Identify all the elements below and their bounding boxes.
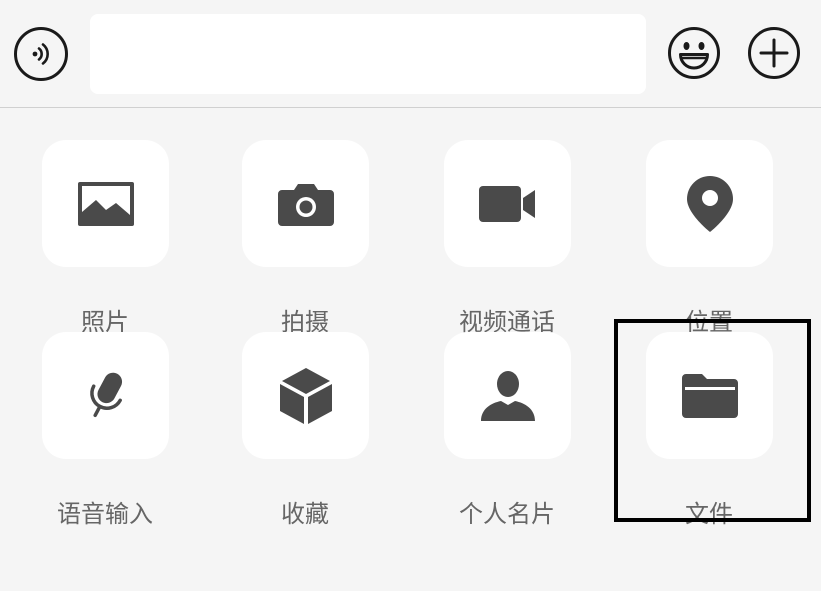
action-label: 收藏 <box>281 500 329 528</box>
more-functions-button[interactable] <box>746 25 802 81</box>
action-contact-card[interactable]: 个人名片 <box>427 332 587 528</box>
emoji-icon <box>668 27 720 79</box>
action-label: 语音输入 <box>57 500 153 528</box>
action-voice-input[interactable]: 语音输入 <box>25 332 185 528</box>
action-tile[interactable] <box>42 332 169 459</box>
action-label: 文件 <box>685 500 733 528</box>
action-tile[interactable] <box>444 140 571 267</box>
action-camera[interactable]: 拍摄 <box>225 140 385 336</box>
action-video-call[interactable]: 视频通话 <box>427 140 587 336</box>
function-panel: 照片 拍摄 视频通话 位置 语音输入 收藏 个人名片 文件 <box>0 109 821 591</box>
action-location[interactable]: 位置 <box>629 140 789 336</box>
action-tile[interactable] <box>42 140 169 267</box>
contact-card-icon <box>480 370 535 421</box>
action-tile[interactable] <box>646 332 773 459</box>
action-favorites[interactable]: 收藏 <box>225 332 385 528</box>
emoji-button[interactable] <box>666 25 722 81</box>
plus-icon <box>748 27 800 79</box>
folder-icon <box>681 373 738 418</box>
action-tile[interactable] <box>646 140 773 267</box>
voice-toggle-button[interactable] <box>14 27 68 81</box>
microphone-icon <box>89 372 122 417</box>
voice-icon <box>32 43 49 65</box>
camera-icon <box>277 183 334 226</box>
chat-input-bar <box>0 0 821 108</box>
action-tile[interactable] <box>242 332 369 459</box>
action-photo[interactable]: 照片 <box>25 140 185 336</box>
action-file[interactable]: 文件 <box>629 332 789 528</box>
action-tile[interactable] <box>242 140 369 267</box>
favorites-cube-icon <box>279 367 332 424</box>
video-call-icon <box>478 185 535 222</box>
photo-icon <box>77 181 134 226</box>
action-tile[interactable] <box>444 332 571 459</box>
location-icon <box>686 175 733 232</box>
message-input[interactable] <box>90 14 646 94</box>
action-label: 个人名片 <box>459 500 555 528</box>
